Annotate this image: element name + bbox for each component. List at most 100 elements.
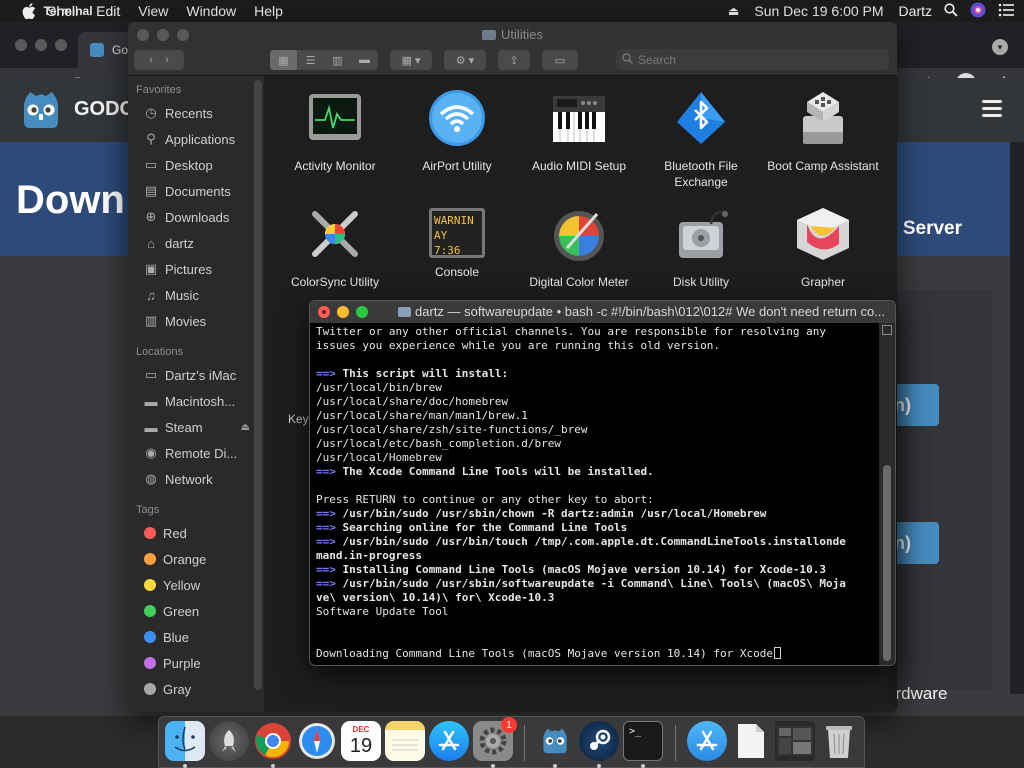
zoom-button[interactable]	[356, 306, 368, 318]
hamburger-menu-icon[interactable]	[982, 100, 1002, 117]
eject-status-icon[interactable]: ⏏	[728, 4, 739, 18]
sidebar-tag-gray[interactable]: Gray	[128, 676, 264, 702]
share-button[interactable]: ⇪	[498, 50, 530, 70]
menu-user[interactable]: Dartz	[899, 3, 932, 19]
notification-center-icon[interactable]	[998, 3, 1014, 20]
dock-launchpad[interactable]	[209, 721, 249, 761]
sidebar-item-documents[interactable]: ▤ Documents	[128, 178, 264, 204]
sidebar-item-music[interactable]: ♫ Music	[128, 282, 264, 308]
sidebar-item-steam[interactable]: ▬ Steam ⏏	[128, 414, 264, 440]
split-pane-icon[interactable]	[882, 325, 892, 335]
sidebar-item-downloads[interactable]: ⊕ Downloads	[128, 204, 264, 230]
terminal-scroll-thumb[interactable]	[883, 465, 891, 661]
sidebar-item-pictures[interactable]: ▣ Pictures	[128, 256, 264, 282]
list-view-icon[interactable]: ☰	[297, 54, 324, 67]
finder-sidebar: Favorites ◷ Recents ⚲ Applications ▭ Deskto…	[128, 76, 264, 712]
dock-document[interactable]	[731, 721, 771, 761]
dock-safari[interactable]	[297, 721, 337, 761]
menu-view[interactable]: View	[129, 3, 177, 19]
browser-window-controls[interactable]	[15, 39, 67, 51]
dock-terminal[interactable]: >_	[623, 721, 663, 761]
minimize-button[interactable]	[337, 306, 349, 318]
tab-search-icon[interactable]: ▾	[992, 39, 1008, 55]
sidebar-scrollbar[interactable]	[254, 80, 262, 690]
app-bluetooth-file-exchange[interactable]: Bluetooth File Exchange	[640, 88, 762, 190]
dock-applications-folder[interactable]	[687, 721, 727, 761]
dock-trash[interactable]	[819, 721, 859, 761]
app-digital-color-meter[interactable]: Digital Color Meter	[518, 204, 640, 290]
terminal-titlebar[interactable]: dartz — softwareupdate • bash -c #!/bin/…	[310, 301, 895, 323]
icon-view-icon[interactable]: ▦	[270, 50, 297, 70]
sidebar-item-label: Yellow	[163, 577, 201, 593]
sidebar-item-macintosh-hd[interactable]: ▬ Macintosh...	[128, 388, 264, 414]
terminal-line: ==> /usr/bin/sudo /usr/sbin/softwareupda…	[316, 577, 877, 591]
menu-help[interactable]: Help	[245, 3, 292, 19]
dock-system-preferences[interactable]: 1	[473, 717, 517, 761]
sidebar-tag-green[interactable]: Green	[128, 598, 264, 624]
dock-steam[interactable]	[579, 721, 619, 761]
app-grapher[interactable]: Grapher	[762, 204, 884, 290]
terminal-line: ==> /usr/bin/sudo /usr/sbin/chown -R dar…	[316, 507, 877, 521]
sidebar-item-label: Movies	[165, 313, 207, 329]
column-view-icon[interactable]: ▥	[324, 54, 351, 67]
app-colorsync-utility[interactable]: ColorSync Utility	[274, 204, 396, 290]
menu-window[interactable]: Window	[177, 3, 245, 19]
back-chevron-icon[interactable]: ‹	[149, 54, 153, 66]
app-disk-utility[interactable]: Disk Utility	[640, 204, 762, 290]
sidebar-tag-purple[interactable]: Purple	[128, 650, 264, 676]
terminal-output[interactable]: Twitter or any other official channels. …	[316, 325, 877, 663]
siri-icon[interactable]	[970, 2, 986, 21]
menu-clock[interactable]: Sun Dec 19 6:00 PM	[751, 3, 886, 19]
document-icon: ▤	[144, 183, 158, 198]
sidebar-tag-orange[interactable]: Orange	[128, 546, 264, 572]
tag-dot-icon	[144, 579, 156, 591]
close-button[interactable]	[318, 306, 330, 318]
tags-button[interactable]: ▭	[542, 50, 578, 70]
spotlight-search-icon[interactable]	[944, 2, 958, 20]
dock-app-store[interactable]	[429, 721, 469, 761]
dock-calendar[interactable]: DEC 19	[341, 721, 381, 761]
back-forward-buttons[interactable]: ‹ ›	[134, 50, 184, 70]
dock-godot[interactable]	[535, 721, 575, 761]
finder-search-field[interactable]: Search	[616, 49, 889, 70]
sidebar-item-applications[interactable]: ⚲ Applications	[128, 126, 264, 152]
sidebar-item-movies[interactable]: ▥ Movies	[128, 308, 264, 334]
finder-titlebar[interactable]: Utilities ‹ › ▦ ☰ ▥ ▬ ▦ ▾ ⚙ ▾ ⇪ ▭ Search	[128, 22, 897, 76]
sidebar-item-desktop[interactable]: ▭ Desktop	[128, 152, 264, 178]
app-audio-midi-setup[interactable]: Audio MIDI Setup	[518, 88, 640, 174]
menu-app-name[interactable]: Terminal	[7, 3, 129, 19]
sidebar-item-network[interactable]: ◍ Network	[128, 466, 264, 492]
godot-logo-icon[interactable]	[18, 88, 64, 132]
sidebar-item-imac[interactable]: ▭ Dartz’s iMac	[128, 362, 264, 388]
color-meter-icon	[554, 211, 604, 261]
dock-downloads-stack[interactable]	[775, 721, 815, 761]
group-by-button[interactable]: ▦ ▾	[390, 50, 432, 70]
app-boot-camp-assistant[interactable]: Boot Camp Assistant	[762, 88, 884, 174]
dock-chrome[interactable]	[253, 721, 293, 761]
partial-app-label: Key	[288, 412, 309, 426]
running-indicator	[183, 764, 187, 768]
sidebar-tag-red[interactable]: Red	[128, 520, 264, 546]
terminal-window-controls[interactable]	[318, 306, 368, 318]
sidebar-tag-yellow[interactable]: Yellow	[128, 572, 264, 598]
forward-chevron-icon[interactable]: ›	[165, 54, 169, 66]
terminal-scrollbar[interactable]	[879, 323, 895, 665]
terminal-line: ==> This script will install:	[316, 367, 877, 381]
view-mode-buttons[interactable]: ▦ ☰ ▥ ▬	[270, 50, 378, 70]
gallery-view-icon[interactable]: ▬	[351, 54, 378, 66]
dock-notes[interactable]	[385, 721, 425, 761]
sidebar-item-home[interactable]: ⌂ dartz	[128, 230, 264, 256]
eject-icon[interactable]: ⏏	[241, 422, 250, 433]
app-airport-utility[interactable]: AirPort Utility	[396, 88, 518, 174]
app-console[interactable]: WARNIN AY 7:36 Console	[396, 204, 518, 280]
globe-icon: ◍	[145, 471, 157, 486]
sidebar-item-recents[interactable]: ◷ Recents	[128, 100, 264, 126]
terminal-title-text: dartz — softwareupdate • bash -c #!/bin/…	[415, 304, 886, 319]
dock-finder[interactable]	[165, 721, 205, 761]
action-menu-button[interactable]: ⚙ ▾	[444, 50, 486, 70]
sidebar-item-remote-disc[interactable]: ◉ Remote Di...	[128, 440, 264, 466]
app-activity-monitor[interactable]: Activity Monitor	[274, 88, 396, 174]
sidebar-tag-blue[interactable]: Blue	[128, 624, 264, 650]
godot-wordmark[interactable]: GODO	[74, 98, 135, 121]
browser-scrollbar[interactable]	[1010, 142, 1024, 694]
